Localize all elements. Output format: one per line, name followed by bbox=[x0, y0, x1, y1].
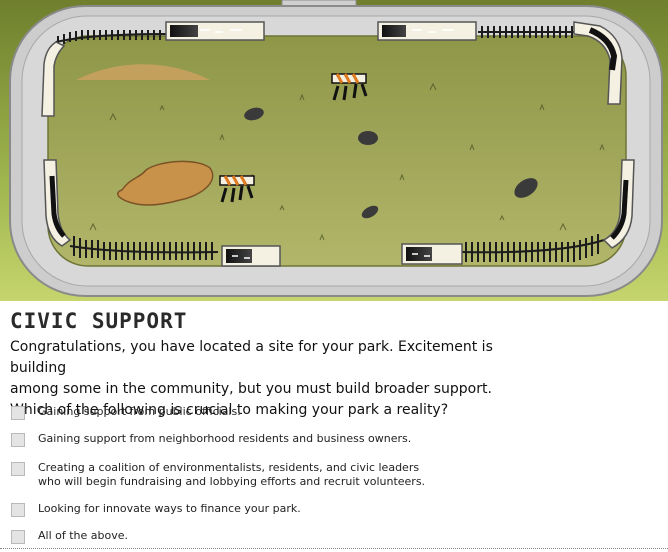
concrete-barrier bbox=[221, 245, 281, 267]
answer-checkbox[interactable] bbox=[11, 530, 25, 544]
section-title: Civic Support bbox=[10, 309, 188, 333]
answer-checkbox[interactable] bbox=[11, 433, 25, 447]
answer-label: All of the above. bbox=[38, 529, 129, 542]
answer-checkbox[interactable] bbox=[11, 503, 25, 517]
intro-line: among some in the community, but you mus… bbox=[10, 381, 492, 397]
question-panel: Civic Support Congratulations, you have … bbox=[0, 301, 668, 552]
intro-line: Congratulations, you have located a site… bbox=[10, 339, 493, 376]
answer-option-officials[interactable]: Gaining support from public officials. bbox=[11, 405, 598, 420]
answer-checkbox[interactable] bbox=[11, 406, 25, 420]
answer-label: Gaining support from neighborhood reside… bbox=[38, 432, 412, 445]
bottom-divider bbox=[0, 548, 668, 549]
answer-label: Gaining support from public officials. bbox=[38, 405, 241, 418]
answer-option-residents[interactable]: Gaining support from neighborhood reside… bbox=[11, 432, 598, 447]
answer-label: Looking for innovate ways to finance you… bbox=[38, 502, 301, 515]
answer-label: Creating a coalition of environmentalist… bbox=[38, 461, 426, 488]
concrete-barrier bbox=[377, 21, 477, 41]
answer-checkbox[interactable] bbox=[11, 462, 25, 476]
rock bbox=[358, 131, 378, 145]
answer-option-all[interactable]: All of the above. bbox=[11, 529, 598, 544]
vacant-lot-scene bbox=[0, 0, 668, 301]
answer-option-coalition[interactable]: Creating a coalition of environmentalist… bbox=[11, 461, 598, 489]
concrete-barrier bbox=[401, 243, 463, 265]
answer-option-finance[interactable]: Looking for innovate ways to finance you… bbox=[11, 502, 598, 517]
concrete-barrier bbox=[165, 21, 265, 41]
